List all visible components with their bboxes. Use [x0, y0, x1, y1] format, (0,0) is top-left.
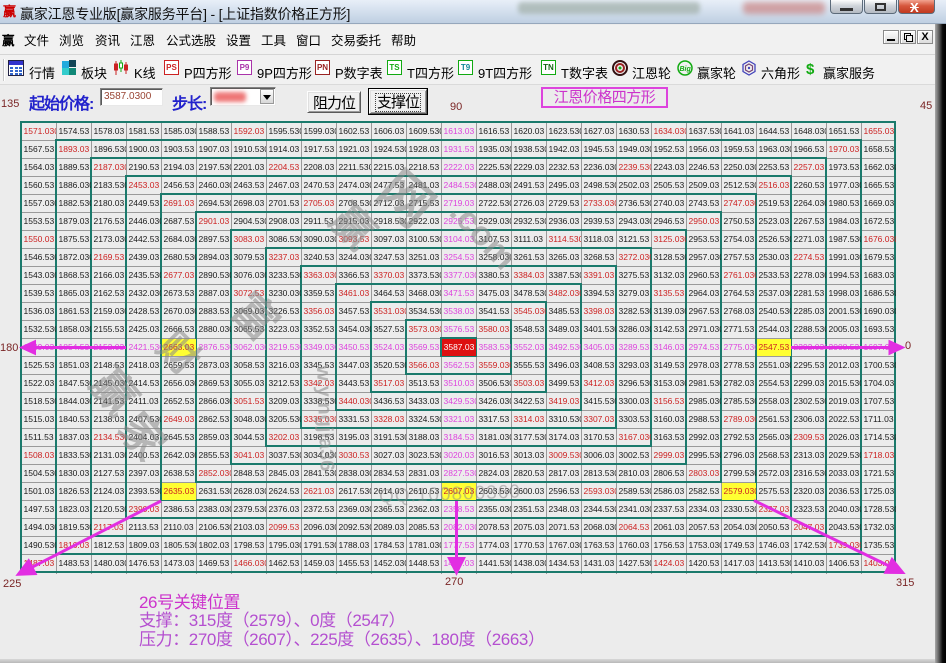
- svg-text:Big: Big: [680, 66, 692, 73]
